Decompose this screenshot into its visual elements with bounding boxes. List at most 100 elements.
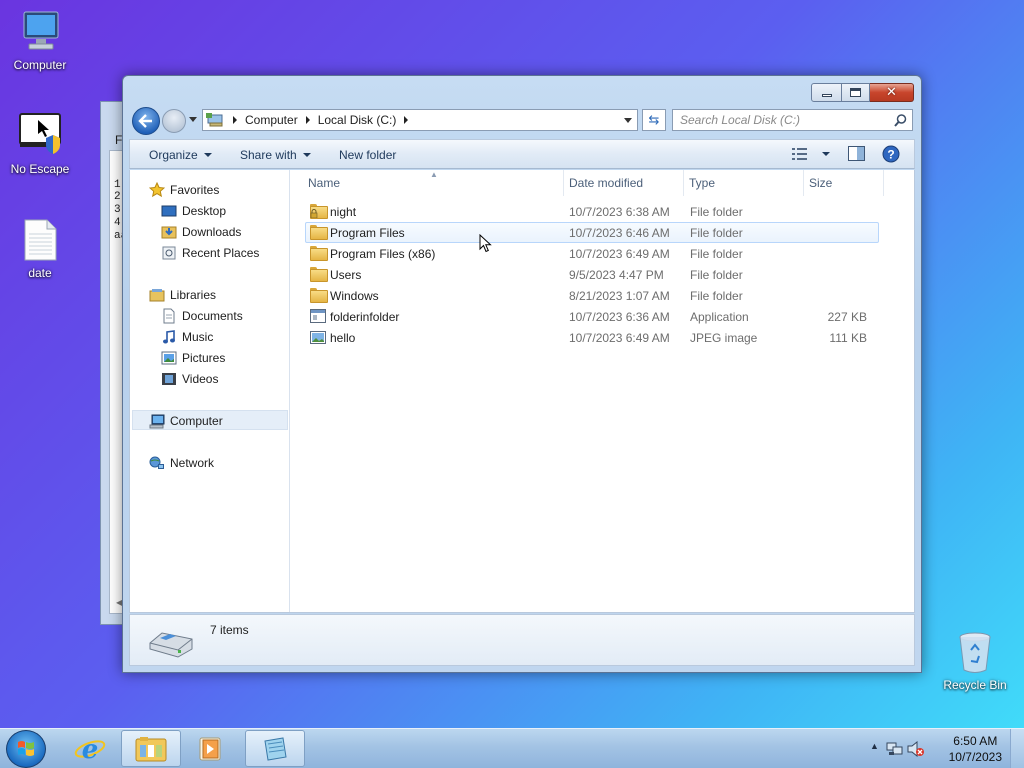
file-name: Windows: [330, 289, 379, 303]
column-header-name[interactable]: Name: [308, 176, 340, 190]
column-header-type[interactable]: Type: [689, 176, 715, 190]
file-row[interactable]: folderinfolder 10/7/2023 6:36 AM Applica…: [305, 306, 879, 327]
nav-documents[interactable]: Documents: [161, 308, 243, 324]
column-header-date[interactable]: Date modified: [569, 176, 643, 190]
explorer-window[interactable]: ✕ Computer Local Disk (C:) ⇆ Organize: [122, 75, 922, 673]
nav-label: Recent Places: [182, 246, 260, 260]
recent-pages-dropdown[interactable]: [189, 117, 197, 122]
maximize-button[interactable]: [842, 83, 870, 102]
new-folder-button[interactable]: New folder: [339, 148, 396, 162]
show-hidden-icons-icon[interactable]: ▲: [870, 741, 879, 751]
breadcrumb-separator-icon[interactable]: [404, 116, 409, 124]
desktop-icon-date[interactable]: date: [0, 216, 80, 280]
minimize-button[interactable]: [811, 83, 842, 102]
file-date: 10/7/2023 6:38 AM: [569, 205, 670, 219]
file-row[interactable]: Program Files (x86) 10/7/2023 6:49 AM Fi…: [305, 243, 879, 264]
nav-downloads[interactable]: Downloads: [161, 224, 241, 240]
nav-favorites[interactable]: Favorites: [148, 181, 219, 198]
clock[interactable]: 6:50 AM 10/7/2023: [949, 733, 1002, 765]
share-with-label: Share with: [240, 148, 297, 162]
address-dropdown-icon[interactable]: [624, 118, 632, 123]
navigation-pane[interactable]: Favorites Desktop Downloads Recent Place…: [130, 170, 290, 612]
text-file-icon: [16, 216, 64, 264]
volume-muted-icon[interactable]: [907, 741, 925, 757]
image-icon: [310, 330, 326, 345]
minimize-icon: [821, 94, 832, 97]
file-type: Application: [690, 310, 749, 324]
nav-network[interactable]: Network: [149, 455, 214, 471]
computer-icon: [16, 8, 64, 56]
desktop-icon-label: Recycle Bin: [943, 678, 1007, 692]
taskbar-media-player[interactable]: [181, 730, 241, 767]
nav-libraries[interactable]: Libraries: [149, 287, 216, 303]
file-row[interactable]: Program Files 10/7/2023 6:46 AM File fol…: [305, 222, 879, 243]
file-type: File folder: [690, 289, 743, 303]
column-divider[interactable]: [803, 170, 804, 196]
column-header-size[interactable]: Size: [809, 176, 832, 190]
libraries-icon: [149, 287, 165, 303]
breadcrumb-separator-icon[interactable]: [305, 116, 310, 124]
file-name: Program Files: [330, 226, 405, 240]
breadcrumb-separator-icon[interactable]: [233, 116, 237, 124]
taskbar-internet-explorer[interactable]: e: [60, 730, 120, 767]
forward-button[interactable]: [162, 109, 186, 133]
file-date: 10/7/2023 6:36 AM: [569, 310, 670, 324]
desktop-icon-no-escape[interactable]: No Escape: [0, 112, 80, 176]
mouse-cursor-icon: [479, 234, 492, 253]
search-icon[interactable]: [894, 114, 907, 127]
search-input[interactable]: [680, 111, 890, 129]
refresh-button[interactable]: ⇆: [642, 109, 666, 131]
network-tray-icon[interactable]: [886, 741, 904, 757]
nav-pictures[interactable]: Pictures: [161, 350, 225, 366]
nav-computer[interactable]: Computer: [149, 413, 223, 429]
computer-small-icon: [206, 113, 223, 127]
file-row[interactable]: hello 10/7/2023 6:49 AM JPEG image 111 K…: [305, 327, 879, 348]
file-name: folderinfolder: [330, 310, 400, 324]
file-name: Program Files (x86): [330, 247, 436, 261]
file-row[interactable]: Users 9/5/2023 4:47 PM File folder: [305, 264, 879, 285]
address-bar[interactable]: Computer Local Disk (C:): [202, 109, 638, 131]
folder-icon: [310, 225, 328, 240]
chevron-down-icon[interactable]: [822, 152, 830, 156]
system-tray: ▲ 6:50 AM 10/7/2023: [864, 729, 1024, 768]
window-caption-buttons: ✕: [811, 83, 914, 102]
nav-desktop[interactable]: Desktop: [161, 203, 226, 219]
breadcrumb-local-disk[interactable]: Local Disk (C:): [318, 113, 397, 127]
videos-icon: [161, 371, 177, 387]
desktop-icon-label: Computer: [13, 58, 67, 72]
close-button[interactable]: ✕: [870, 83, 914, 102]
taskbar-notepad[interactable]: [245, 730, 305, 767]
back-arrow-icon: [138, 114, 152, 128]
start-button[interactable]: [6, 730, 46, 768]
nav-videos[interactable]: Videos: [161, 371, 218, 387]
recent-places-icon: [161, 245, 177, 261]
change-view-button[interactable]: [792, 147, 830, 161]
column-divider[interactable]: [683, 170, 684, 196]
column-divider[interactable]: [883, 170, 884, 196]
nav-label: Libraries: [170, 288, 217, 302]
desktop-icon-recycle-bin[interactable]: Recycle Bin: [935, 628, 1015, 692]
organize-menu[interactable]: Organize: [149, 148, 212, 162]
file-type: File folder: [690, 268, 743, 282]
file-row[interactable]: night 10/7/2023 6:38 AM File folder: [305, 201, 879, 222]
pictures-icon: [161, 350, 177, 366]
show-desktop-button[interactable]: [1010, 729, 1024, 768]
share-with-menu[interactable]: Share with: [240, 148, 311, 162]
file-name: Users: [330, 268, 362, 282]
taskbar-windows-explorer[interactable]: [121, 730, 181, 767]
back-button[interactable]: [132, 107, 160, 135]
preview-pane-button[interactable]: [848, 146, 865, 161]
recycle-bin-icon: [951, 628, 999, 676]
search-box[interactable]: [672, 109, 913, 131]
file-row[interactable]: Windows 8/21/2023 1:07 AM File folder: [305, 285, 879, 306]
item-count: 7 items: [210, 623, 249, 637]
help-button[interactable]: ?: [882, 145, 900, 163]
desktop-icon-computer[interactable]: Computer: [0, 8, 80, 72]
nav-music[interactable]: Music: [161, 329, 213, 345]
column-divider[interactable]: [563, 170, 564, 196]
breadcrumb-computer[interactable]: Computer: [245, 113, 298, 127]
file-name: night: [330, 205, 357, 219]
file-date: 8/21/2023 1:07 AM: [569, 289, 670, 303]
file-list[interactable]: ▲ Name Date modified Type Size night 10/…: [291, 170, 915, 612]
nav-recent-places[interactable]: Recent Places: [161, 245, 259, 261]
